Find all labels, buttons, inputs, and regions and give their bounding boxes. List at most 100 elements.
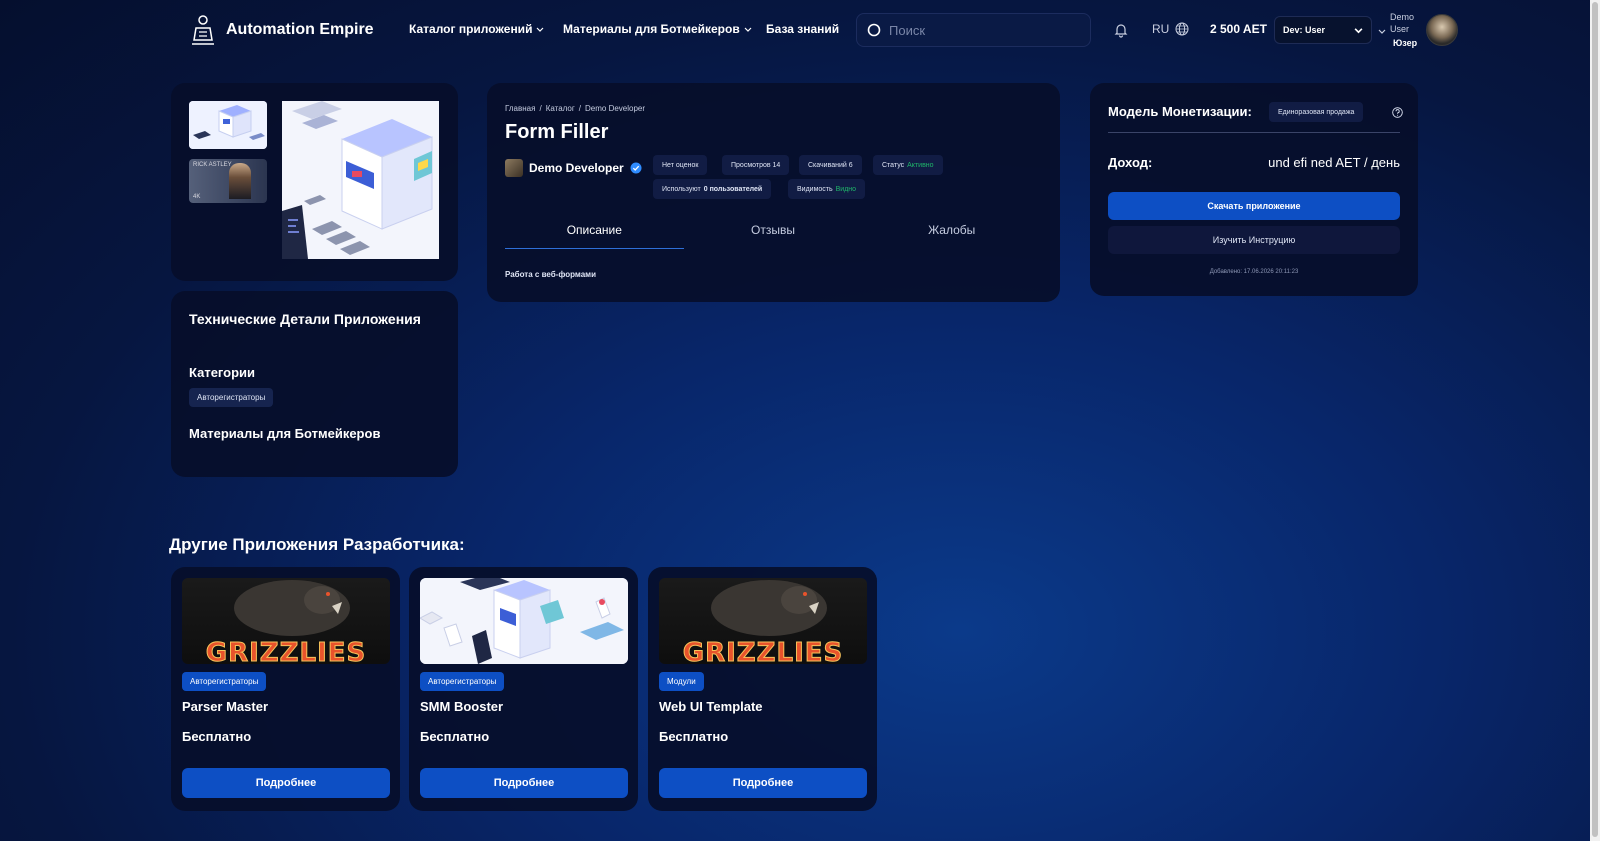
visibility-label: Видимость [797, 185, 833, 193]
chevron-down-icon [744, 27, 752, 32]
isometric-illustration [420, 578, 628, 664]
role-select-value: Dev: User [1283, 25, 1326, 35]
breadcrumb-home[interactable]: Главная [505, 104, 535, 113]
tab-complaints[interactable]: Жалобы [862, 219, 1041, 249]
nav-materials-label: Материалы для Ботмейкеров [563, 22, 740, 36]
app-price: Бесплатно [659, 729, 729, 744]
app-card: GRIZZLIES Авторегистраторы Parser Master… [171, 567, 400, 811]
top-header: Automation Empire Каталог приложений Мат… [0, 0, 1590, 60]
brand-logo[interactable]: Automation Empire [190, 14, 374, 46]
verified-icon [630, 162, 642, 174]
status-label: Статус [882, 161, 905, 169]
bell-icon[interactable] [1113, 22, 1129, 38]
main-screenshot[interactable] [282, 101, 439, 259]
language-label: RU [1152, 22, 1170, 36]
income-value: und efi ned AET / день [1268, 155, 1400, 170]
gallery-thumbnail-video[interactable]: RICK ASTLEY 4K [189, 159, 267, 203]
app-name: Web UI Template [659, 699, 763, 714]
avatar[interactable] [1426, 14, 1458, 46]
nav-materials[interactable]: Материалы для Ботмейкеров [563, 22, 752, 36]
app-image[interactable]: GRIZZLIES [182, 578, 390, 664]
app-category-tag[interactable]: Авторегистраторы [420, 672, 505, 691]
globe-icon [1175, 22, 1189, 36]
app-image[interactable]: GRIZZLIES [659, 578, 867, 664]
isometric-illustration [282, 101, 439, 259]
brand-name: Automation Empire [226, 21, 374, 38]
visibility-value: Видно [835, 185, 857, 193]
details-button[interactable]: Подробнее [182, 768, 390, 798]
chevron-down-icon [537, 27, 544, 32]
app-category-tag[interactable]: Авторегистраторы [182, 672, 267, 691]
scrollbar-thumb[interactable] [1592, 2, 1598, 837]
details-button[interactable]: Подробнее [420, 768, 628, 798]
app-image-text: GRIZZLIES [682, 638, 844, 665]
users-badge: Используют 0 пользователей [653, 179, 772, 199]
status-value: Активно [907, 161, 934, 169]
app-card: GRIZZLIES Модули Web UI Template Бесплат… [648, 567, 877, 811]
developer-link[interactable]: Demo Developer [505, 159, 642, 177]
downloads-text: Скачиваний 6 [808, 161, 853, 169]
app-info-card: Главная / Каталог / Demo Developer Form … [487, 83, 1060, 302]
details-button[interactable]: Подробнее [659, 768, 867, 798]
breadcrumb-separator: / [578, 104, 582, 113]
developer-name: Demo Developer [529, 161, 624, 175]
income-label: Доход: [1108, 155, 1153, 170]
app-name: Parser Master [182, 699, 268, 714]
materials-title: Материалы для Ботмейкеров [189, 426, 381, 441]
app-name: SMM Booster [420, 699, 504, 714]
nav-knowledge-base[interactable]: База знаний [766, 22, 839, 36]
app-description: Работа с веб-формами [505, 270, 596, 279]
user-name: Demo User [1390, 12, 1415, 34]
page-title: Form Filler [505, 121, 609, 143]
thumbnail-caption: RICK ASTLEY [193, 162, 232, 168]
chevron-down-icon[interactable] [1378, 27, 1386, 35]
help-icon[interactable] [1392, 107, 1403, 118]
rating-badge: Нет оценок [653, 155, 708, 175]
language-switcher[interactable]: RU [1152, 22, 1189, 36]
isometric-illustration [189, 101, 267, 149]
views-text: Просмотров 14 [731, 161, 781, 169]
balance: 2 500 AET [1210, 22, 1267, 36]
nav-catalog-label: Каталог приложений [409, 22, 533, 36]
app-image-text: GRIZZLIES [205, 638, 367, 665]
breadcrumb: Главная / Каталог / Demo Developer [505, 104, 645, 113]
users-value: 0 пользователей [703, 185, 763, 193]
gallery-card: RICK ASTLEY 4K [171, 83, 458, 281]
tech-details-card: Технические Детали Приложения Категории … [171, 291, 458, 477]
tab-description[interactable]: Описание [505, 219, 684, 249]
categories-title: Категории [189, 365, 256, 380]
app-card: Авторегистраторы SMM Booster Бесплатно П… [409, 567, 638, 811]
user-role: Юзер [1393, 38, 1418, 48]
users-label: Используют [662, 185, 701, 193]
rating-text: Нет оценок [662, 161, 699, 169]
breadcrumb-catalog[interactable]: Каталог [546, 104, 575, 113]
scrollbar[interactable] [1590, 0, 1600, 841]
instruction-button[interactable]: Изучить Инструцию [1108, 226, 1400, 254]
views-badge: Просмотров 14 [722, 155, 790, 175]
divider [1108, 132, 1400, 133]
role-select[interactable]: Dev: User [1274, 16, 1372, 44]
logo-icon [192, 15, 214, 45]
monetization-card: Модель Монетизации: Единоразовая продажа… [1090, 83, 1418, 296]
chevron-down-icon [1354, 27, 1363, 33]
app-image[interactable] [420, 578, 628, 664]
downloads-badge: Скачиваний 6 [799, 155, 862, 175]
tab-reviews[interactable]: Отзывы [684, 219, 863, 249]
other-apps-title: Другие Приложения Разработчика: [169, 535, 465, 554]
app-price: Бесплатно [420, 729, 490, 744]
nav-knowledge-base-label: База знаний [766, 22, 840, 36]
thumbnail-badge: 4K [193, 194, 201, 200]
download-app-button[interactable]: Скачать приложение [1108, 192, 1400, 220]
breadcrumb-separator: / [539, 104, 542, 113]
monetization-title: Модель Монетизации: [1108, 104, 1252, 119]
search-box[interactable] [856, 13, 1091, 47]
app-category-tag[interactable]: Модули [659, 672, 704, 691]
category-tag[interactable]: Авторегистраторы [189, 388, 274, 407]
search-input[interactable] [889, 22, 1069, 38]
tab-bar: Описание Отзывы Жалобы [505, 219, 1041, 249]
breadcrumb-developer[interactable]: Demo Developer [585, 104, 645, 113]
visibility-badge: Видимость Видно [788, 179, 866, 199]
gallery-thumbnail[interactable] [189, 101, 267, 149]
developer-avatar [505, 159, 523, 177]
nav-catalog[interactable]: Каталог приложений [409, 22, 544, 36]
